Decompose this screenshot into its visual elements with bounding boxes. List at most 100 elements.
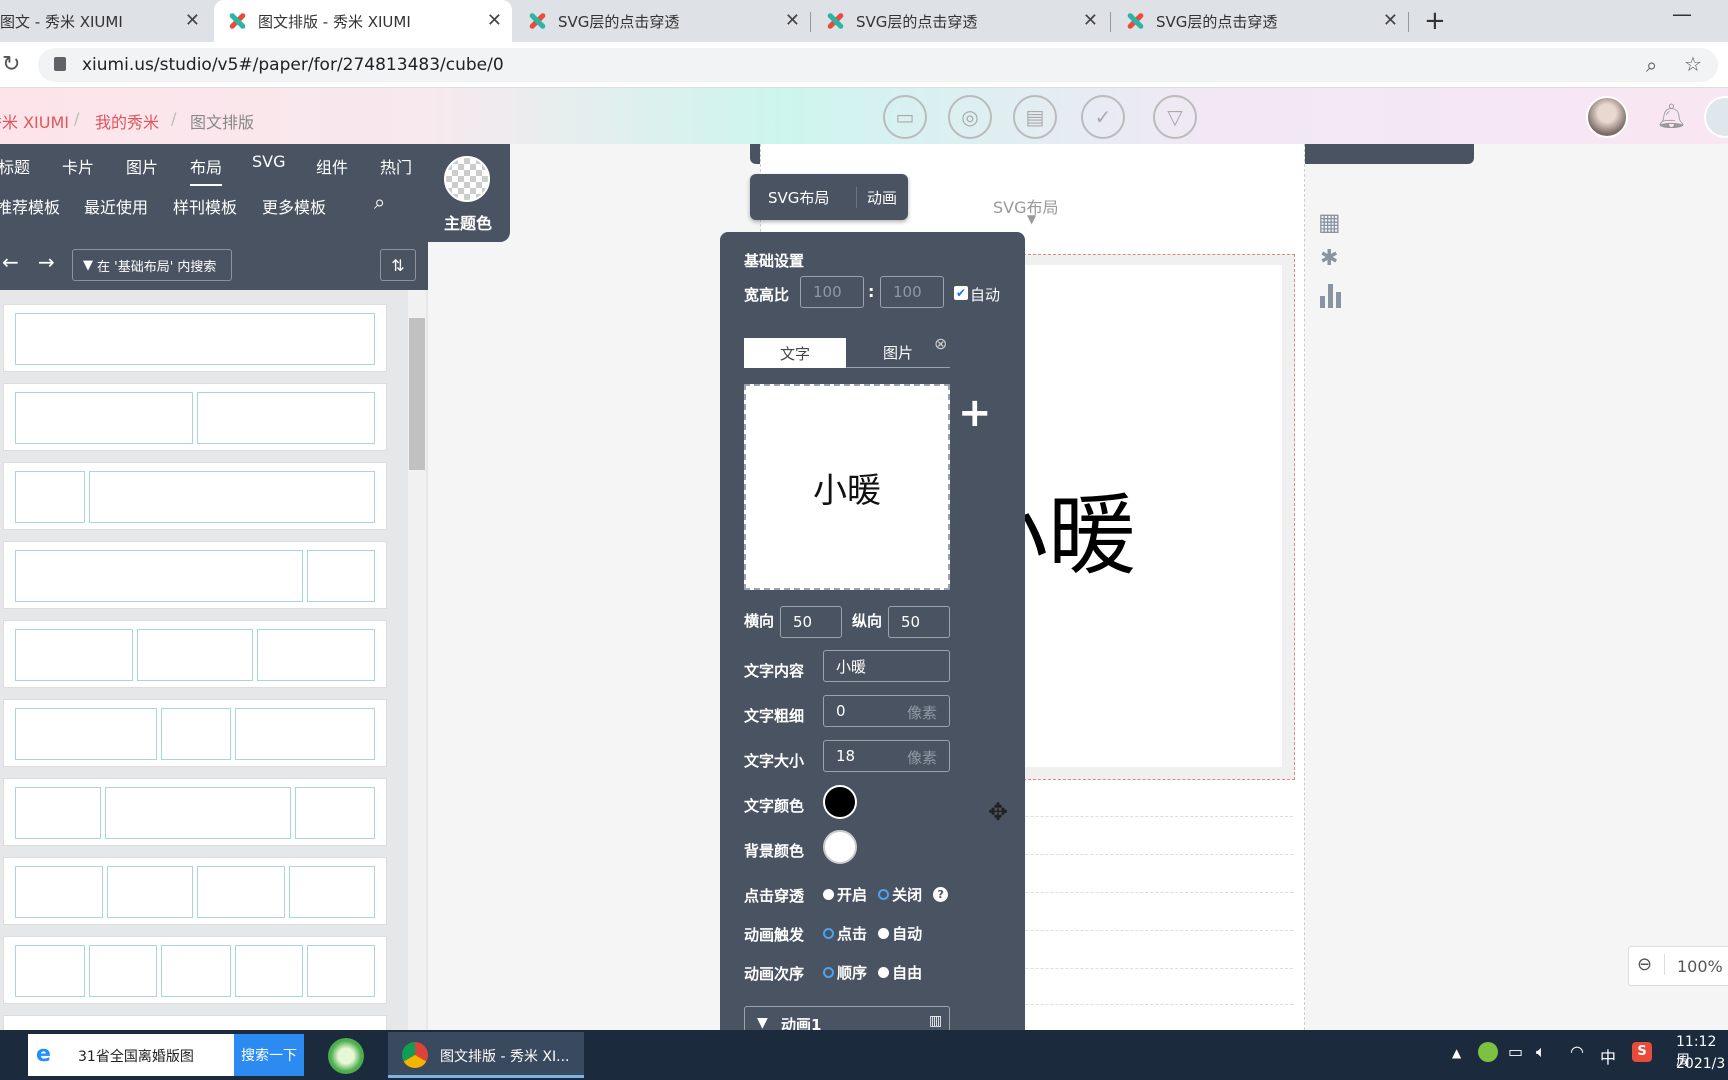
layout-template[interactable]: [3, 699, 387, 767]
gear-icon[interactable]: ✱: [1320, 246, 1338, 271]
bg-color-swatch[interactable]: [823, 830, 857, 864]
avatar[interactable]: [1586, 96, 1628, 138]
subtab-sample[interactable]: 样刊模板: [173, 194, 237, 218]
layout-template[interactable]: [3, 304, 387, 372]
pass-through-options: 开启 关闭 ?: [823, 884, 949, 905]
wifi-icon[interactable]: ◠: [1570, 1042, 1584, 1061]
tray-app-icon[interactable]: [1478, 1042, 1498, 1062]
search-go-button[interactable]: 搜索一下: [234, 1034, 304, 1076]
filter-search-button[interactable]: ▼ 在 '基础布局' 内搜索: [72, 249, 232, 281]
trash-icon[interactable]: ▥: [929, 1013, 942, 1029]
pass-on-radio[interactable]: [823, 889, 834, 900]
trigger-click-radio[interactable]: [823, 928, 834, 939]
folder-icon[interactable]: ▭: [883, 95, 927, 139]
h-pos-input[interactable]: 50: [780, 606, 842, 638]
scrollbar-thumb[interactable]: [409, 318, 425, 470]
battery-icon[interactable]: ▭: [1508, 1042, 1523, 1061]
layout-template[interactable]: [3, 936, 387, 1004]
layout-template[interactable]: [3, 1015, 387, 1030]
content-input[interactable]: 小暖: [823, 650, 950, 682]
sort-button[interactable]: ⇅: [380, 249, 416, 281]
pass-off-radio[interactable]: [878, 889, 890, 900]
bell-icon[interactable]: 🔔︎: [1656, 102, 1686, 130]
search-icon[interactable]: ⌕: [374, 190, 385, 214]
close-circle-icon[interactable]: ⊗: [934, 334, 947, 353]
text-preview-box[interactable]: 小暖: [744, 384, 950, 590]
new-tab-icon[interactable]: +: [1424, 6, 1446, 36]
auto-checkbox[interactable]: ✔: [954, 286, 968, 300]
windows-taskbar: e 31省全国离婚版图 搜索一下 图文排版 - 秀米 XI... ▲ ▭ 🔈︎ …: [0, 1030, 1728, 1080]
layout-template[interactable]: [3, 778, 387, 846]
browser360-icon[interactable]: [328, 1038, 364, 1074]
reload-icon[interactable]: ↻: [2, 52, 20, 77]
tab-1[interactable]: 图文 - 秀米 XIUMI ✕: [0, 0, 210, 42]
tab-component[interactable]: 组件: [316, 154, 348, 178]
order-seq-radio[interactable]: [823, 967, 834, 978]
tab-3[interactable]: SVG层的点击穿透 ✕: [514, 0, 810, 42]
tab-title: 图文排版 - 秀米 XIUMI: [258, 12, 411, 31]
tab-2[interactable]: 图文排版 - 秀米 XIUMI ✕: [214, 0, 512, 42]
close-icon[interactable]: ✕: [185, 10, 200, 31]
help-icon[interactable]: ?: [933, 887, 949, 902]
layout-template[interactable]: [3, 620, 387, 688]
close-icon[interactable]: ✕: [785, 10, 800, 31]
zoom-icon[interactable]: ⌕: [1646, 53, 1657, 77]
layout-template[interactable]: [3, 383, 387, 451]
tab-title-cat[interactable]: 标题: [0, 154, 30, 178]
grid-icon[interactable]: ▦: [1318, 208, 1341, 236]
close-icon[interactable]: ✕: [487, 10, 502, 31]
close-icon[interactable]: ✕: [1383, 10, 1398, 31]
zoom-out-icon[interactable]: ⊖: [1637, 954, 1666, 975]
ratio-width-input[interactable]: 100: [800, 276, 864, 308]
pass-on-label: 开启: [837, 886, 868, 904]
tab-hot[interactable]: 热门: [380, 154, 412, 178]
star-icon[interactable]: ☆: [1684, 52, 1702, 76]
tab-svg[interactable]: SVG: [252, 152, 286, 171]
weight-input[interactable]: 0 像素: [823, 695, 950, 727]
order-free-radio[interactable]: [878, 967, 890, 978]
triangle-icon[interactable]: ▽: [1153, 95, 1197, 139]
bar-chart-icon[interactable]: [1320, 284, 1342, 308]
ie-search-box[interactable]: e 31省全国离婚版图: [28, 1034, 234, 1076]
subtab-recent[interactable]: 最近使用: [84, 194, 148, 218]
arrow-left-icon[interactable]: ←: [2, 250, 19, 274]
check-icon[interactable]: ✓: [1081, 95, 1125, 139]
tab-4[interactable]: SVG层的点击穿透 ✕: [812, 0, 1108, 42]
subtab-more[interactable]: 更多模板: [262, 194, 326, 218]
sogou-icon[interactable]: S: [1632, 1042, 1652, 1062]
layout-template[interactable]: [3, 857, 387, 925]
v-pos-input[interactable]: 50: [888, 606, 950, 638]
svg-layout-caption: SVG布局: [993, 198, 1059, 217]
tab-image[interactable]: 图片: [126, 154, 158, 178]
image-library-icon[interactable]: ◎: [948, 95, 992, 139]
tab-image-label: 图片: [882, 344, 913, 362]
subtab-recommend[interactable]: 推荐模板: [0, 194, 60, 218]
avatar-secondary[interactable]: [1704, 96, 1728, 138]
size-input[interactable]: 18 像素: [823, 740, 950, 772]
pass-through-label: 点击穿透: [744, 887, 805, 905]
url-field[interactable]: xiumi.us/studio/v5#/paper/for/274813483/…: [38, 48, 1718, 82]
tray-up-icon[interactable]: ▲: [1452, 1046, 1461, 1060]
close-icon[interactable]: ✕: [1083, 10, 1098, 31]
ratio-height-input[interactable]: 100: [880, 276, 944, 308]
text-color-swatch[interactable]: [823, 785, 857, 819]
volume-icon[interactable]: 🔈︎: [1536, 1042, 1546, 1062]
tab-card[interactable]: 卡片: [62, 154, 94, 178]
chrome-taskbar-item[interactable]: 图文排版 - 秀米 XI...: [388, 1032, 584, 1078]
minimize-icon[interactable]: —: [1672, 2, 1692, 26]
anim-button[interactable]: 动画: [856, 187, 897, 208]
ime-label[interactable]: 中: [1600, 1044, 1616, 1068]
breadcrumb-home[interactable]: 秀米 XIUMI: [0, 109, 69, 133]
theme-color-swatch[interactable]: [444, 156, 490, 202]
tab-5[interactable]: SVG层的点击穿透 ✕: [1112, 0, 1408, 42]
layout-template[interactable]: [3, 541, 387, 609]
document-icon[interactable]: ▤: [1013, 95, 1057, 139]
arrow-right-icon[interactable]: →: [38, 250, 55, 274]
add-icon[interactable]: +: [958, 390, 992, 436]
tab-text[interactable]: 文字: [744, 338, 846, 368]
tab-layout[interactable]: 布局: [190, 154, 223, 186]
breadcrumb-mine[interactable]: 我的秀米: [95, 109, 159, 133]
svg-layout-button[interactable]: SVG布局: [768, 187, 829, 208]
trigger-auto-radio[interactable]: [878, 928, 890, 939]
layout-template[interactable]: [3, 462, 387, 530]
